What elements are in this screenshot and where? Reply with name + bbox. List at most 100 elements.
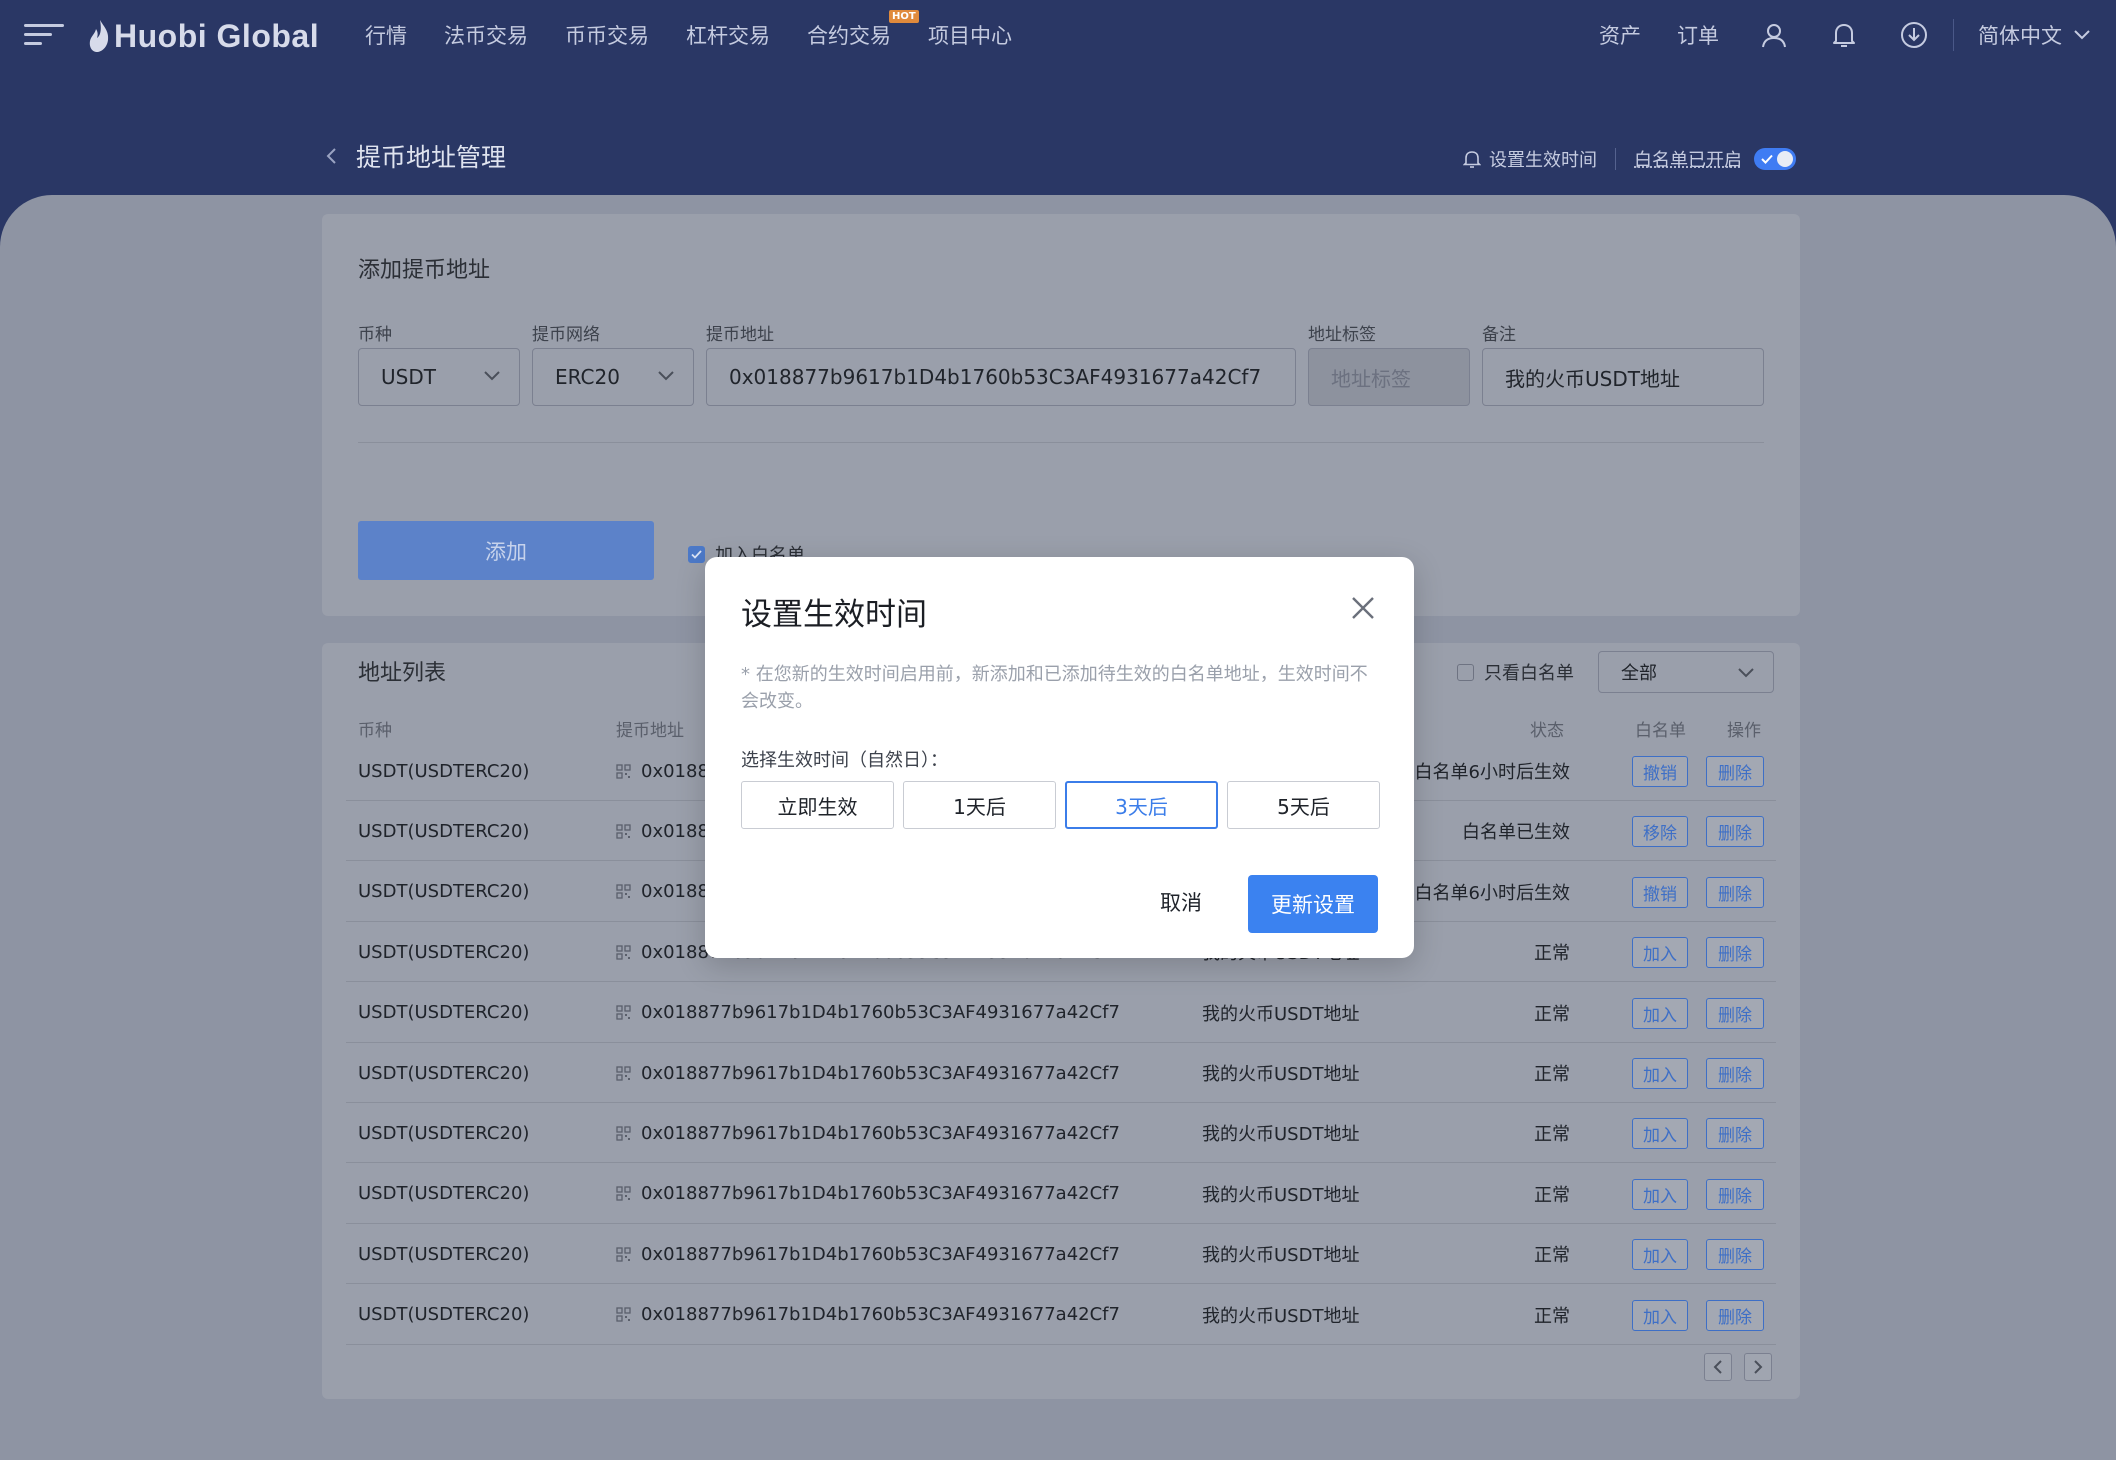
row-delete-button[interactable]: 删除: [1706, 1299, 1764, 1331]
row-delete-button[interactable]: 删除: [1706, 756, 1764, 787]
bell-small-icon: [1463, 151, 1481, 168]
row-address-cell: 0x018877b9617b1D4b1760b53C3AF4931677a42C…: [616, 1285, 1120, 1345]
language-selector[interactable]: 简体中文: [1978, 20, 2062, 50]
address-input[interactable]: 0x018877b9617b1D4b1760b53C3AF4931677a42C…: [706, 348, 1296, 406]
nav-assets-link[interactable]: 资产: [1599, 20, 1641, 50]
remark-label: 备注: [1482, 325, 1516, 345]
cancel-button[interactable]: 取消: [1160, 887, 1202, 917]
chevron-down-icon[interactable]: [2072, 20, 2092, 50]
row-status: 正常: [1534, 1003, 1570, 1025]
table-row: USDT(USDTERC20) 0x018877b9617b1D4b1760b53…: [346, 983, 1776, 1043]
remark-input[interactable]: 我的火币USDT地址: [1482, 348, 1764, 406]
row-delete-button[interactable]: 删除: [1706, 1239, 1764, 1271]
coin-select-value: USDT: [381, 365, 436, 389]
qr-code-icon[interactable]: [616, 884, 631, 899]
row-whitelist-action-button[interactable]: 移除: [1632, 816, 1688, 848]
row-address: 0x018877b9617b1D4b1760b53C3AF4931677a42C…: [641, 1062, 1120, 1084]
row-delete-button[interactable]: 删除: [1706, 937, 1764, 969]
column-header-whitelist: 白名单: [1635, 721, 1686, 741]
remark-input-value: 我的火币USDT地址: [1505, 366, 1680, 391]
row-whitelist-action-button[interactable]: 加入: [1632, 937, 1688, 969]
chevron-down-icon: [658, 371, 674, 381]
row-address: 0x018877b9617b1D4b1760b53C3AF4931677a42C…: [641, 1304, 1120, 1326]
time-option-1day[interactable]: 1天后: [903, 781, 1056, 829]
bell-icon[interactable]: [1829, 20, 1859, 50]
table-row: USDT(USDTERC20) 0x018877b9617b1D4b1760b53…: [346, 1043, 1776, 1103]
row-whitelist-action-button[interactable]: 撤销: [1632, 756, 1688, 787]
time-option-3days[interactable]: 3天后: [1065, 781, 1218, 829]
row-remark: 我的火币USDT地址: [1202, 1124, 1360, 1146]
set-effective-time-link[interactable]: 设置生效时间: [1489, 146, 1597, 172]
nav-right: 资产 订单 简体中文: [1563, 0, 2092, 70]
modal-note: * 在您新的生效时间启用前，新添加和已添加待生效的白名单地址，生效时间不会改变。: [741, 664, 1368, 712]
check-icon: [1761, 154, 1773, 164]
only-whitelist-label: 只看白名单: [1484, 663, 1574, 684]
row-whitelist-action-button[interactable]: 加入: [1632, 1118, 1688, 1150]
nav-item-projects[interactable]: 项目中心: [928, 20, 1012, 50]
time-option-immediate[interactable]: 立即生效: [741, 781, 894, 829]
row-whitelist-action-button[interactable]: 加入: [1632, 1178, 1688, 1210]
menu-icon[interactable]: [24, 24, 64, 46]
tag-input[interactable]: 地址标签: [1308, 348, 1470, 406]
qr-code-icon[interactable]: [616, 1307, 631, 1322]
qr-code-icon[interactable]: [616, 1005, 631, 1020]
qr-code-icon[interactable]: [616, 1247, 631, 1262]
row-whitelist-action-button[interactable]: 加入: [1632, 1239, 1688, 1271]
row-status: 正常: [1534, 943, 1570, 965]
row-address-cell: 0x018877b9617b1D4b1760b53C3AF4931677a42C…: [616, 1103, 1120, 1163]
close-icon[interactable]: [1350, 595, 1376, 621]
whitelist-toggle[interactable]: [1754, 148, 1796, 170]
qr-code-icon[interactable]: [616, 824, 631, 839]
row-address-cell: 0x018877b9617b1D4b1760b53C3AF4931677a42C…: [616, 983, 1120, 1043]
column-header-action: 操作: [1727, 721, 1761, 741]
nav-item-fiat[interactable]: 法币交易: [444, 20, 528, 50]
row-remark: 我的火币USDT地址: [1202, 1184, 1360, 1206]
row-delete-button[interactable]: 删除: [1706, 816, 1764, 848]
address-label: 提币地址: [706, 325, 774, 345]
nav-item-contract[interactable]: 合约交易 HOT: [807, 10, 919, 50]
table-row: USDT(USDTERC20) 0x018877b9617b1D4b1760b53…: [346, 1224, 1776, 1285]
nav-item-spot[interactable]: 币币交易: [565, 20, 649, 50]
next-page-button[interactable]: [1744, 1353, 1772, 1381]
brand-logo[interactable]: Huobi Global: [88, 14, 319, 58]
add-button[interactable]: 添加: [358, 521, 654, 580]
only-whitelist-checkbox[interactable]: [1457, 663, 1474, 681]
row-coin: USDT(USDTERC20): [358, 1304, 530, 1326]
column-header-status: 状态: [1530, 721, 1564, 741]
row-address-cell: 0x018877b9617b1D4b1760b53C3AF4931677a42C…: [616, 1043, 1120, 1103]
row-delete-button[interactable]: 删除: [1706, 1058, 1764, 1089]
network-select[interactable]: ERC20: [532, 348, 694, 406]
download-icon[interactable]: [1899, 20, 1929, 50]
row-whitelist-action-button[interactable]: 加入: [1632, 1058, 1688, 1089]
qr-code-icon[interactable]: [616, 1065, 631, 1081]
nav-item-margin[interactable]: 杠杆交易: [686, 20, 770, 50]
qr-code-icon[interactable]: [616, 945, 631, 960]
update-settings-button[interactable]: 更新设置: [1248, 875, 1378, 933]
qr-code-icon[interactable]: [616, 1126, 631, 1141]
row-delete-button[interactable]: 删除: [1706, 1178, 1764, 1210]
back-arrow-icon[interactable]: [322, 144, 342, 168]
row-delete-button[interactable]: 删除: [1706, 1118, 1764, 1150]
row-whitelist-action-button[interactable]: 撤销: [1632, 876, 1688, 908]
row-delete-button[interactable]: 删除: [1706, 997, 1764, 1029]
nav-orders-link[interactable]: 订单: [1677, 20, 1719, 50]
time-option-5days[interactable]: 5天后: [1227, 781, 1380, 829]
qr-code-icon[interactable]: [616, 763, 631, 779]
row-whitelist-action-button[interactable]: 加入: [1632, 997, 1688, 1029]
coin-label: 币种: [358, 325, 392, 345]
row-status: 正常: [1534, 1064, 1570, 1085]
column-header-coin: 币种: [358, 721, 392, 741]
row-whitelist-action-button[interactable]: 加入: [1632, 1299, 1688, 1331]
row-status: 正常: [1534, 1245, 1570, 1267]
prev-page-button[interactable]: [1704, 1353, 1732, 1381]
row-coin: USDT(USDTERC20): [358, 1062, 530, 1084]
top-navigation: Huobi Global 行情 法币交易 币币交易 杠杆交易 合约交易 HOT …: [0, 0, 2116, 70]
nav-item-market[interactable]: 行情: [365, 20, 407, 50]
user-icon[interactable]: [1759, 20, 1789, 50]
row-address: 0x018877b9617b1D4b1760b53C3AF4931677a42C…: [641, 1002, 1120, 1024]
coin-select[interactable]: USDT: [358, 348, 520, 406]
table-row: USDT(USDTERC20) 0x018877b9617b1D4b1760b53…: [346, 1164, 1776, 1224]
status-filter-select[interactable]: 全部: [1598, 651, 1774, 693]
row-delete-button[interactable]: 删除: [1706, 876, 1764, 908]
qr-code-icon[interactable]: [616, 1186, 631, 1201]
